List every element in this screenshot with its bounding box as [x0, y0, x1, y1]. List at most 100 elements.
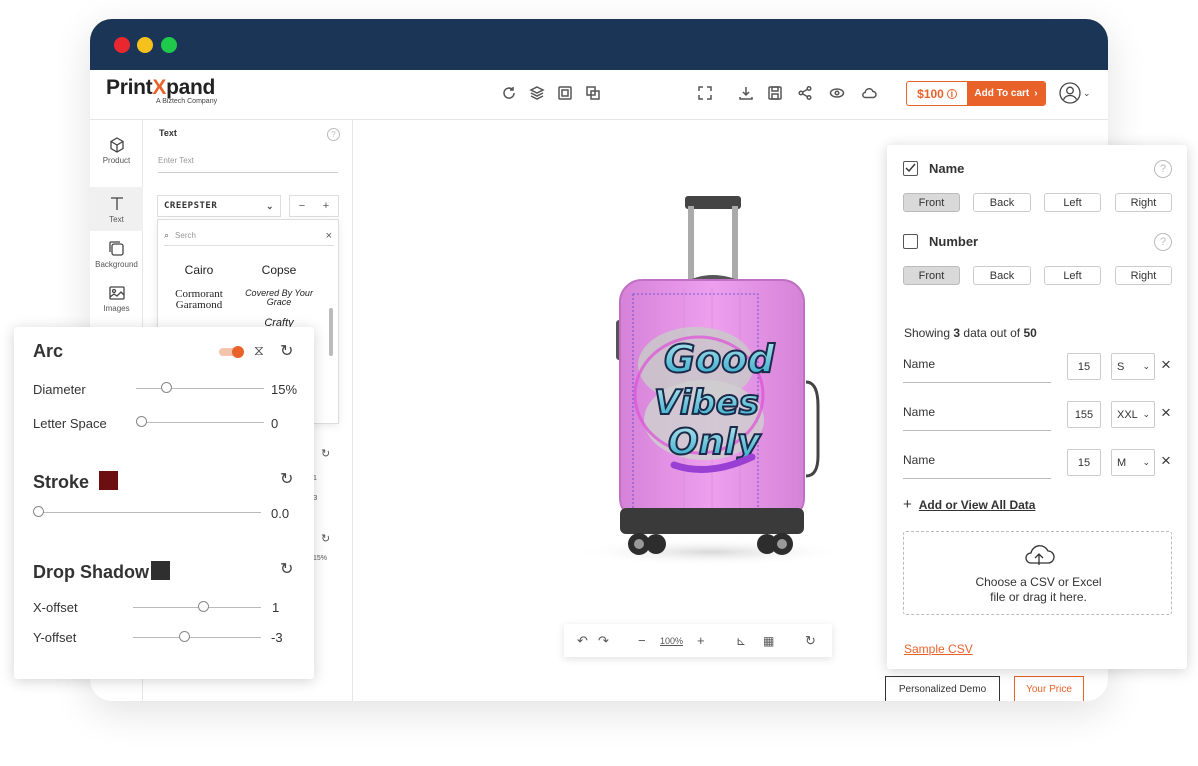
- reset-view-icon[interactable]: ↻: [805, 633, 816, 649]
- decrease-button[interactable]: −: [299, 200, 305, 212]
- row-name-input[interactable]: Name: [903, 453, 1051, 479]
- row-size-select[interactable]: S ⌄: [1111, 353, 1155, 380]
- font-search[interactable]: ⌕ Serch ×: [164, 226, 334, 246]
- share-icon[interactable]: [796, 84, 814, 102]
- stroke-slider[interactable]: [39, 512, 261, 513]
- row-name-input[interactable]: Name: [903, 357, 1051, 383]
- diameter-slider[interactable]: [136, 388, 264, 389]
- number-side-left[interactable]: Left: [1044, 266, 1101, 285]
- sidebar-item-background[interactable]: Background: [90, 232, 143, 276]
- sidebar-item-text[interactable]: Text: [90, 187, 143, 231]
- x-offset-slider-knob[interactable]: [198, 601, 209, 612]
- help-icon[interactable]: ?: [1154, 160, 1172, 178]
- reset-icon[interactable]: ↻: [280, 559, 293, 579]
- brand-logo[interactable]: PrintXpand A Biztech Company: [106, 76, 217, 105]
- letter-space-slider[interactable]: [136, 422, 264, 423]
- chevron-down-icon: ⌄: [1083, 87, 1091, 98]
- fullscreen-icon[interactable]: [696, 84, 714, 102]
- row-number-input[interactable]: 15: [1067, 449, 1101, 476]
- diameter-slider-knob[interactable]: [161, 382, 172, 393]
- number-side-front[interactable]: Front: [903, 266, 960, 285]
- close-icon[interactable]: ×: [326, 230, 332, 242]
- number-side-right[interactable]: Right: [1115, 266, 1172, 285]
- y-offset-slider-knob[interactable]: [179, 631, 190, 642]
- add-view-data-link[interactable]: + Add or View All Data: [903, 496, 1035, 513]
- remove-row-icon[interactable]: ×: [1161, 403, 1171, 423]
- csv-upload-dropzone[interactable]: Choose a CSV or Excel file or drag it he…: [903, 531, 1172, 615]
- arc-toggle[interactable]: [219, 346, 244, 358]
- number-checkbox[interactable]: [903, 234, 918, 249]
- arc-heading: Arc: [33, 341, 64, 361]
- view-3d-icon[interactable]: [828, 84, 846, 102]
- shadow-color-swatch[interactable]: [151, 561, 170, 580]
- sidebar-item-images[interactable]: Images: [90, 276, 143, 320]
- stroke-slider-knob[interactable]: [33, 506, 44, 517]
- chevron-down-icon: ⌄: [1142, 361, 1150, 371]
- name-side-front[interactable]: Front: [903, 193, 960, 212]
- reset-icon[interactable]: ↻: [321, 532, 330, 545]
- letter-space-slider-knob[interactable]: [136, 416, 147, 427]
- reset-icon[interactable]: ↻: [280, 469, 293, 489]
- text-input[interactable]: Enter Text: [158, 153, 338, 173]
- copy-icon[interactable]: [584, 84, 602, 102]
- name-checkbox[interactable]: [903, 161, 918, 176]
- row-size-select[interactable]: XXL ⌄: [1111, 401, 1155, 428]
- chevron-down-icon: ⌄: [1142, 457, 1150, 467]
- stroke-color-swatch[interactable]: [99, 471, 118, 490]
- row-number-input[interactable]: 15: [1067, 353, 1101, 380]
- layers-icon[interactable]: [528, 84, 546, 102]
- help-icon[interactable]: ?: [327, 128, 340, 141]
- minimize-window-button[interactable]: [137, 37, 153, 53]
- remove-row-icon[interactable]: ×: [1161, 451, 1171, 471]
- font-family-dropdown[interactable]: CREEPSTER ⌄: [157, 195, 281, 217]
- row-name-input[interactable]: Name: [903, 405, 1051, 431]
- ruler-icon[interactable]: ⊾: [736, 634, 746, 648]
- grid-icon[interactable]: ▦: [763, 634, 774, 648]
- font-list-scrollbar[interactable]: [329, 308, 333, 356]
- font-option-copse[interactable]: Copse: [238, 264, 320, 276]
- maximize-window-button[interactable]: [161, 37, 177, 53]
- font-option-cormorant-garamond[interactable]: Cormorant Garamond: [158, 289, 240, 311]
- zoom-level[interactable]: 100%: [660, 636, 683, 646]
- add-to-cart-button[interactable]: Add To cart ›: [967, 82, 1045, 105]
- undo-icon[interactable]: ↶: [577, 633, 588, 649]
- reset-icon[interactable]: ↻: [280, 341, 293, 361]
- name-side-left[interactable]: Left: [1044, 193, 1101, 212]
- price-display: $100 i: [907, 82, 967, 105]
- flip-icon[interactable]: ⧖: [254, 342, 264, 359]
- x-offset-slider[interactable]: [133, 607, 261, 608]
- save-icon[interactable]: [766, 84, 784, 102]
- zoom-in-button[interactable]: +: [697, 633, 705, 648]
- name-side-right[interactable]: Right: [1115, 193, 1172, 212]
- increase-button[interactable]: +: [323, 200, 329, 212]
- sidebar-item-product[interactable]: Product: [90, 128, 143, 172]
- row-size-select[interactable]: M ⌄: [1111, 449, 1155, 476]
- diameter-label: Diameter: [33, 382, 86, 397]
- image-icon: [108, 285, 125, 300]
- user-avatar-menu[interactable]: ⌄: [1059, 82, 1091, 104]
- number-side-back[interactable]: Back: [973, 266, 1031, 285]
- zoom-toolbar: ↶ ↷ − 100% + ⊾ ▦ ↻: [564, 624, 832, 657]
- your-price-button[interactable]: Your Price: [1014, 676, 1084, 701]
- preview-icon[interactable]: [556, 84, 574, 102]
- help-icon[interactable]: ?: [1154, 233, 1172, 251]
- sample-csv-link[interactable]: Sample CSV: [904, 642, 973, 656]
- name-side-back[interactable]: Back: [973, 193, 1031, 212]
- font-option-cairo[interactable]: Cairo: [158, 264, 240, 276]
- font-option-covered-by-your-grace[interactable]: Covered By Your Grace: [238, 289, 320, 307]
- row-number-input[interactable]: 155: [1067, 401, 1101, 428]
- refresh-icon[interactable]: [500, 84, 518, 102]
- info-icon[interactable]: i: [946, 88, 957, 99]
- y-offset-slider[interactable]: [133, 637, 261, 638]
- download-icon[interactable]: [737, 84, 755, 102]
- number-label: Number: [929, 234, 979, 249]
- text-effects-card: Arc ⧖ ↻ Diameter 15% Letter Space 0 Stro…: [14, 327, 314, 679]
- font-size-stepper[interactable]: − +: [289, 195, 339, 217]
- redo-icon[interactable]: ↷: [598, 633, 609, 649]
- zoom-out-button[interactable]: −: [638, 633, 646, 648]
- close-window-button[interactable]: [114, 37, 130, 53]
- reset-icon[interactable]: ↻: [321, 447, 330, 460]
- cloud-icon[interactable]: [860, 84, 878, 102]
- personalized-demo-button[interactable]: Personalized Demo: [885, 676, 1000, 701]
- remove-row-icon[interactable]: ×: [1161, 355, 1171, 375]
